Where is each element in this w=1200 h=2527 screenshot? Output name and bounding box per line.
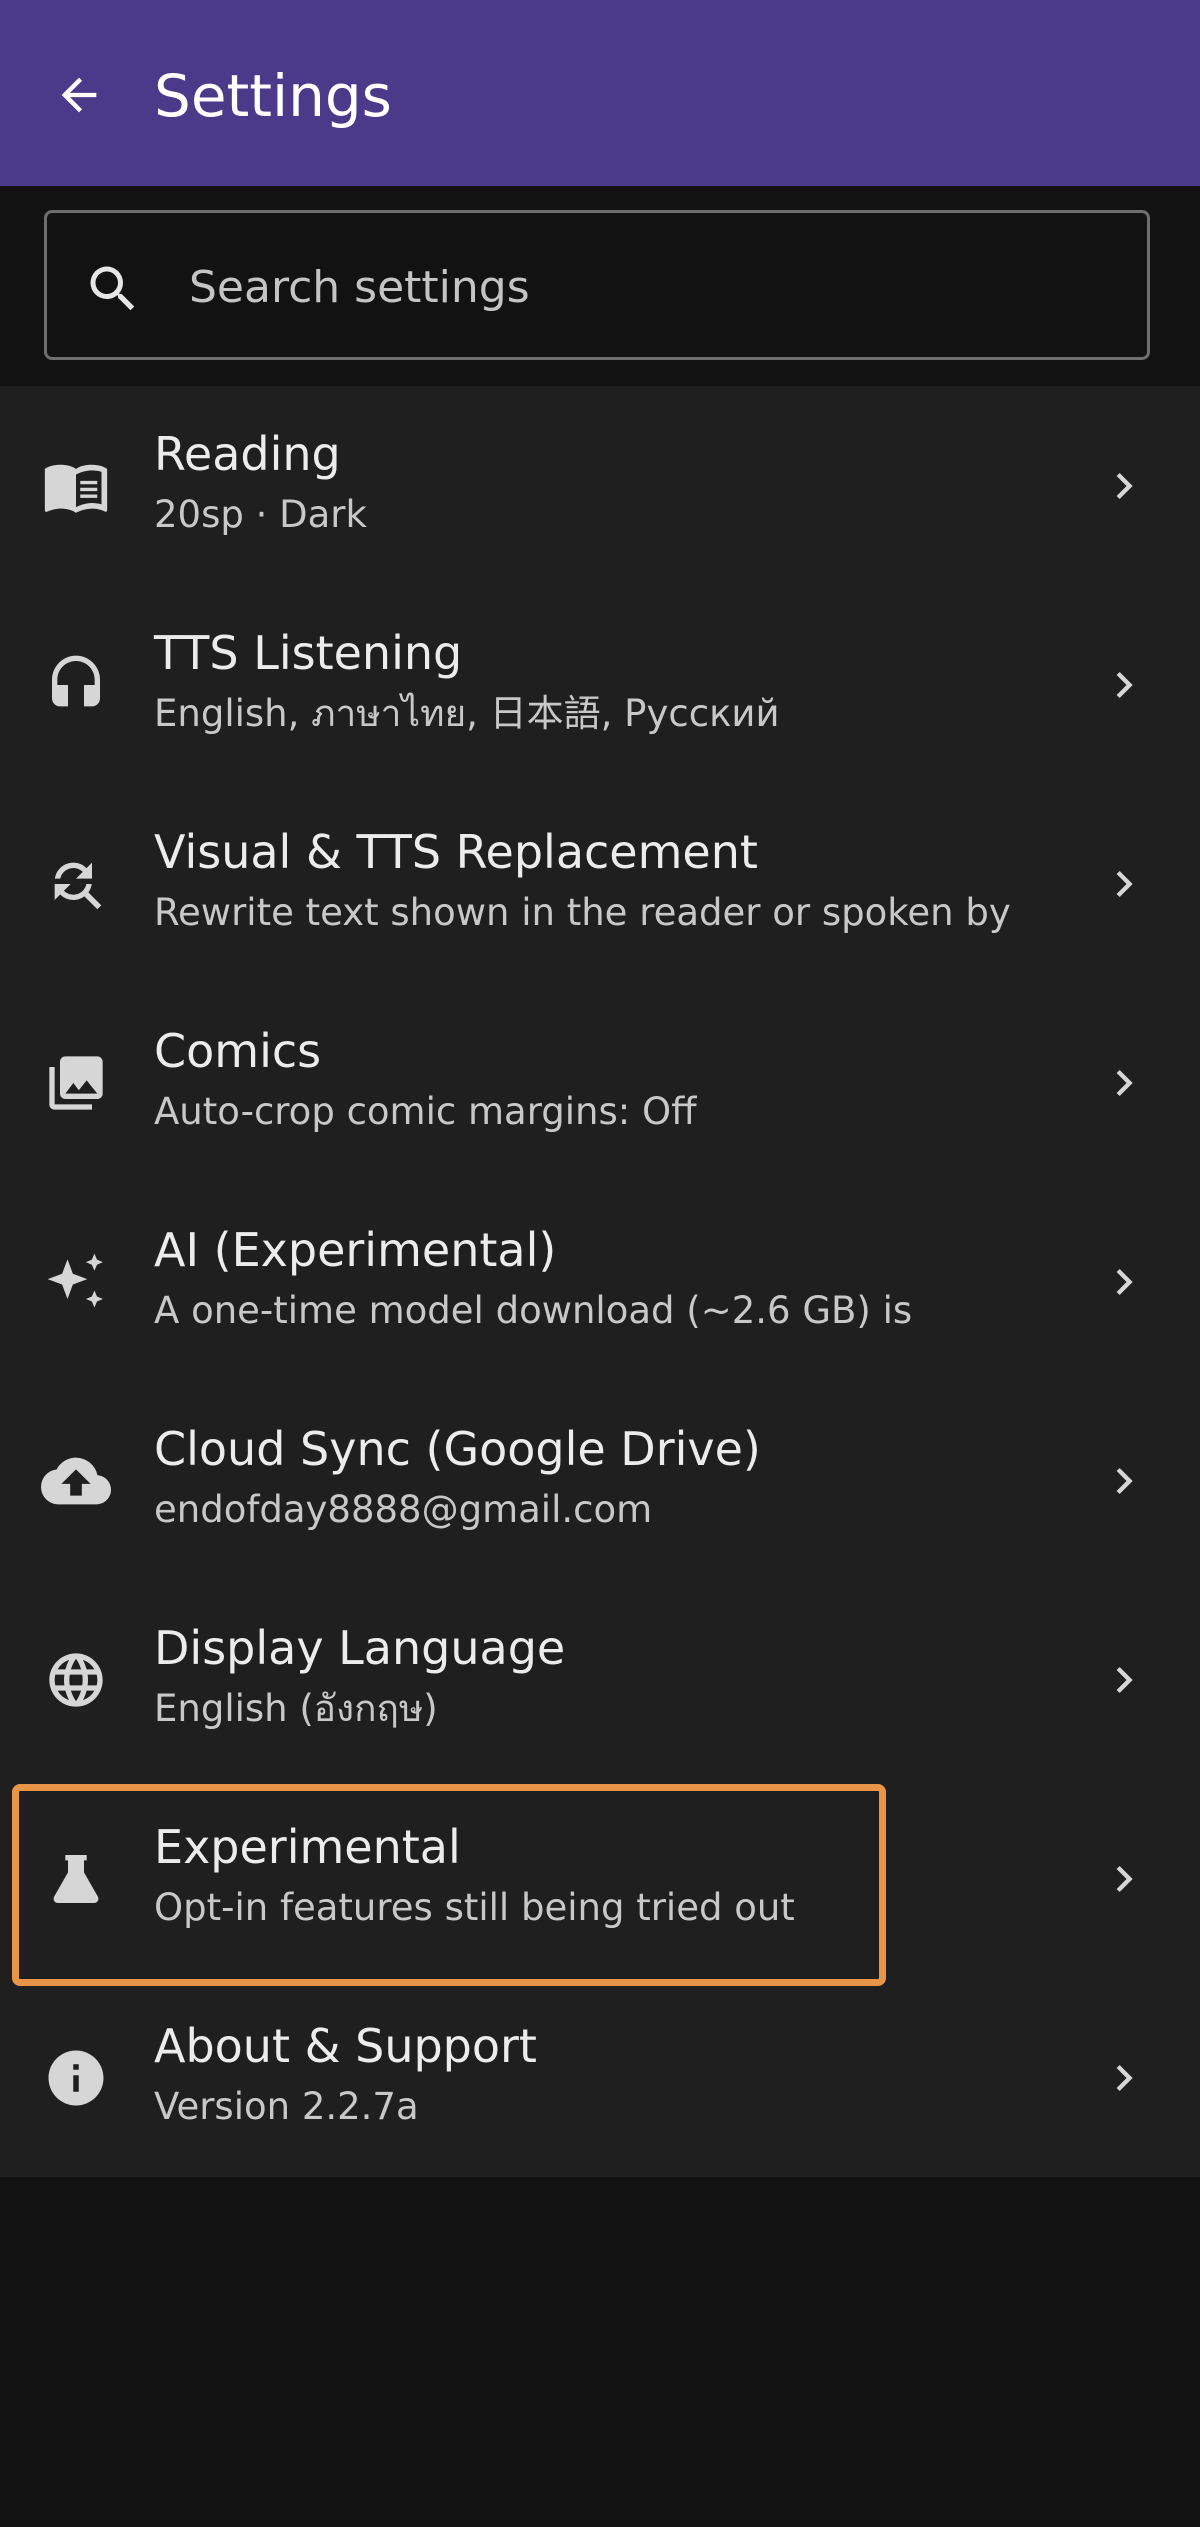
settings-item-subtitle: English, ภาษาไทย, 日本語, Русский [154,692,780,735]
settings-item-cloud-sync[interactable]: Cloud Sync (Google Drive) endofday8888@g… [0,1381,1200,1580]
settings-item-experimental[interactable]: Experimental Opt-in features still being… [0,1779,1200,1978]
settings-item-tts-listening[interactable]: TTS Listening English, ภาษาไทย, 日本語, Рус… [0,585,1200,784]
settings-item-ai-experimental[interactable]: AI (Experimental) A one-time model downl… [0,1182,1200,1381]
headphones-icon [40,649,112,721]
search-icon [90,266,135,311]
settings-item-subtitle: Version 2.2.7a [154,2085,419,2128]
cloud-upload-icon [40,1445,112,1517]
flask-icon [40,1843,112,1915]
back-button[interactable] [40,56,118,134]
settings-item-subtitle: endofday8888@gmail.com [154,1488,653,1531]
settings-item-title: AI (Experimental) [154,1223,557,1277]
settings-item-subtitle: A one-time model download (~2.6 GB) is [154,1289,913,1332]
settings-item-subtitle: Rewrite text shown in the reader or spok… [154,891,1011,934]
settings-item-subtitle: 20sp · Dark [154,493,367,536]
settings-item-title: Reading [154,427,341,481]
book-icon [40,450,112,522]
settings-item-about-support[interactable]: About & Support Version 2.2.7a [0,1978,1200,2177]
settings-list: Reading 20sp · Dark TTS Listening Englis… [0,386,1200,2177]
chevron-right-icon [1116,672,1133,698]
search-box[interactable] [44,210,1150,360]
settings-item-reading[interactable]: Reading 20sp · Dark [0,386,1200,585]
globe-icon [40,1644,112,1716]
chevron-right-icon [1116,1866,1133,1892]
chevron-right-icon [1116,1070,1133,1096]
settings-item-title: TTS Listening [154,626,463,680]
app-bar: Settings [0,0,1200,186]
settings-item-subtitle: Opt-in features still being tried out [154,1886,795,1929]
settings-item-title: Visual & TTS Replacement [154,825,758,879]
settings-item-title: Cloud Sync (Google Drive) [154,1422,761,1476]
find-replace-icon [40,848,112,920]
settings-item-title: About & Support [154,2019,537,2073]
arrow-back-icon [61,77,97,113]
settings-item-display-language[interactable]: Display Language English (อังกฤษ) [0,1580,1200,1779]
chevron-right-icon [1116,1269,1133,1295]
chevron-right-icon [1116,2065,1133,2091]
chevron-right-icon [1116,871,1133,897]
photo-library-icon [40,1047,112,1119]
search-area [0,186,1200,386]
settings-item-subtitle: Auto-crop comic margins: Off [154,1090,697,1133]
sparkle-icon [40,1246,112,1318]
page-title: Settings [154,62,392,130]
settings-item-title: Display Language [154,1621,566,1675]
chevron-right-icon [1116,1468,1133,1494]
settings-item-comics[interactable]: Comics Auto-crop comic margins: Off [0,983,1200,1182]
settings-item-title: Experimental [154,1820,461,1874]
search-input[interactable] [187,243,1091,331]
settings-item-visual-tts-replacement[interactable]: Visual & TTS Replacement Rewrite text sh… [0,784,1200,983]
chevron-right-icon [1116,1667,1133,1693]
chevron-right-icon [1116,473,1133,499]
settings-item-title: Comics [154,1024,322,1078]
info-icon [40,2042,112,2114]
settings-item-subtitle: English (อังกฤษ) [154,1687,438,1730]
